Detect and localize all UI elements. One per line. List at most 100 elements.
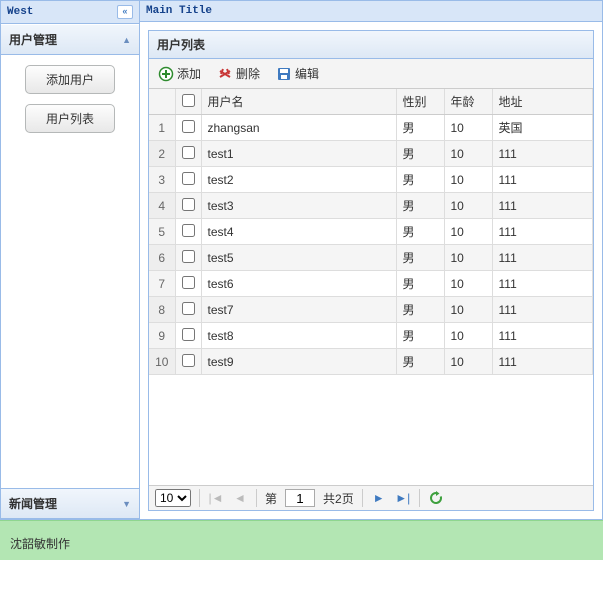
- footer: 沈韶敏制作: [0, 520, 603, 560]
- col-username[interactable]: 用户名: [201, 89, 396, 115]
- row-checkbox-cell[interactable]: [175, 297, 201, 323]
- row-checkbox-cell[interactable]: [175, 115, 201, 141]
- accordion-user-mgmt[interactable]: 用户管理 ▲: [1, 24, 139, 55]
- cell-address: 111: [492, 349, 593, 375]
- cell-age: 10: [444, 219, 492, 245]
- cell-address: 111: [492, 271, 593, 297]
- table-row[interactable]: 6test5男10111: [149, 245, 593, 271]
- row-number: 4: [149, 193, 175, 219]
- row-checkbox-cell[interactable]: [175, 219, 201, 245]
- col-address[interactable]: 地址: [492, 89, 593, 115]
- col-gender[interactable]: 性别: [396, 89, 444, 115]
- row-checkbox[interactable]: [182, 224, 195, 237]
- cell-age: 10: [444, 245, 492, 271]
- cell-gender: 男: [396, 141, 444, 167]
- cell-address: 英国: [492, 115, 593, 141]
- row-number: 10: [149, 349, 175, 375]
- cell-address: 111: [492, 323, 593, 349]
- chevron-left-icon: «: [122, 7, 127, 17]
- cell-username: test7: [201, 297, 396, 323]
- row-number: 1: [149, 115, 175, 141]
- footer-text: 沈韶敏制作: [10, 537, 70, 551]
- cell-age: 10: [444, 115, 492, 141]
- table-row[interactable]: 2test1男10111: [149, 141, 593, 167]
- table-row[interactable]: 7test6男10111: [149, 271, 593, 297]
- cell-age: 10: [444, 297, 492, 323]
- row-checkbox[interactable]: [182, 276, 195, 289]
- row-checkbox-cell[interactable]: [175, 349, 201, 375]
- page-total-label: 共2页: [323, 490, 354, 507]
- row-checkbox[interactable]: [182, 146, 195, 159]
- cell-age: 10: [444, 141, 492, 167]
- toolbar-add-button[interactable]: 添加: [155, 63, 204, 84]
- last-page-button[interactable]: ►|: [395, 490, 411, 506]
- accordion-news-mgmt[interactable]: 新闻管理 ▼: [1, 488, 139, 519]
- toolbar-edit-button[interactable]: 编辑: [273, 63, 322, 84]
- row-checkbox[interactable]: [182, 250, 195, 263]
- cell-gender: 男: [396, 323, 444, 349]
- cell-gender: 男: [396, 297, 444, 323]
- row-checkbox-cell[interactable]: [175, 245, 201, 271]
- first-page-button[interactable]: |◄: [208, 490, 224, 506]
- cell-address: 111: [492, 193, 593, 219]
- next-page-button[interactable]: ►: [371, 490, 387, 506]
- table-row[interactable]: 9test8男10111: [149, 323, 593, 349]
- cell-username: test3: [201, 193, 396, 219]
- accordion-title: 新闻管理: [9, 495, 57, 512]
- separator: [362, 489, 363, 507]
- checkbox-header[interactable]: [175, 89, 201, 115]
- west-title-text: West: [7, 6, 33, 18]
- table-row[interactable]: 1zhangsan男10英国: [149, 115, 593, 141]
- toolbar-delete-button[interactable]: 删除: [214, 63, 263, 84]
- table-row[interactable]: 5test4男10111: [149, 219, 593, 245]
- row-checkbox-cell[interactable]: [175, 193, 201, 219]
- table-row[interactable]: 8 test7男10111: [149, 297, 593, 323]
- add-user-button[interactable]: 添加用户: [25, 65, 115, 94]
- row-checkbox-cell[interactable]: [175, 141, 201, 167]
- row-checkbox[interactable]: [182, 172, 195, 185]
- row-checkbox-cell[interactable]: [175, 271, 201, 297]
- delete-icon: [217, 66, 233, 82]
- page-size-select[interactable]: 10: [155, 489, 191, 507]
- page-label-prefix: 第: [265, 490, 277, 507]
- user-list-button[interactable]: 用户列表: [25, 104, 115, 133]
- cell-username: test1: [201, 141, 396, 167]
- separator: [256, 489, 257, 507]
- table-row[interactable]: 3test2男10111: [149, 167, 593, 193]
- rownum-header: [149, 89, 175, 115]
- row-checkbox[interactable]: [182, 328, 195, 341]
- cell-age: 10: [444, 323, 492, 349]
- cell-address: 111: [492, 297, 593, 323]
- row-number: 5: [149, 219, 175, 245]
- cell-username: test2: [201, 167, 396, 193]
- center-panel: Main Title 用户列表 添加 删除: [140, 0, 603, 520]
- row-checkbox-cell[interactable]: [175, 167, 201, 193]
- cell-gender: 男: [396, 245, 444, 271]
- table-row[interactable]: 4test3男10111: [149, 193, 593, 219]
- row-checkbox[interactable]: [182, 198, 195, 211]
- row-number: 3: [149, 167, 175, 193]
- col-age[interactable]: 年龄: [444, 89, 492, 115]
- refresh-button[interactable]: [428, 490, 444, 506]
- row-checkbox[interactable]: [182, 354, 195, 367]
- row-checkbox[interactable]: [182, 302, 195, 315]
- row-checkbox[interactable]: [182, 120, 195, 133]
- accordion-title: 用户管理: [9, 31, 57, 48]
- accordion-body: 添加用户 用户列表: [1, 55, 139, 488]
- table-row[interactable]: 10test9男10111: [149, 349, 593, 375]
- prev-page-button[interactable]: ◄: [232, 490, 248, 506]
- toolbar-delete-label: 删除: [236, 65, 260, 82]
- collapse-west-button[interactable]: «: [117, 5, 133, 19]
- chevron-down-icon: ▼: [122, 499, 131, 509]
- add-icon: [158, 66, 174, 82]
- page-input[interactable]: [285, 489, 315, 507]
- row-number: 8: [149, 297, 175, 323]
- refresh-icon: [428, 490, 444, 506]
- cell-username: test9: [201, 349, 396, 375]
- cell-address: 111: [492, 245, 593, 271]
- cell-address: 111: [492, 167, 593, 193]
- select-all-checkbox[interactable]: [182, 94, 195, 107]
- panel-title: 用户列表: [149, 31, 593, 59]
- cell-gender: 男: [396, 115, 444, 141]
- row-checkbox-cell[interactable]: [175, 323, 201, 349]
